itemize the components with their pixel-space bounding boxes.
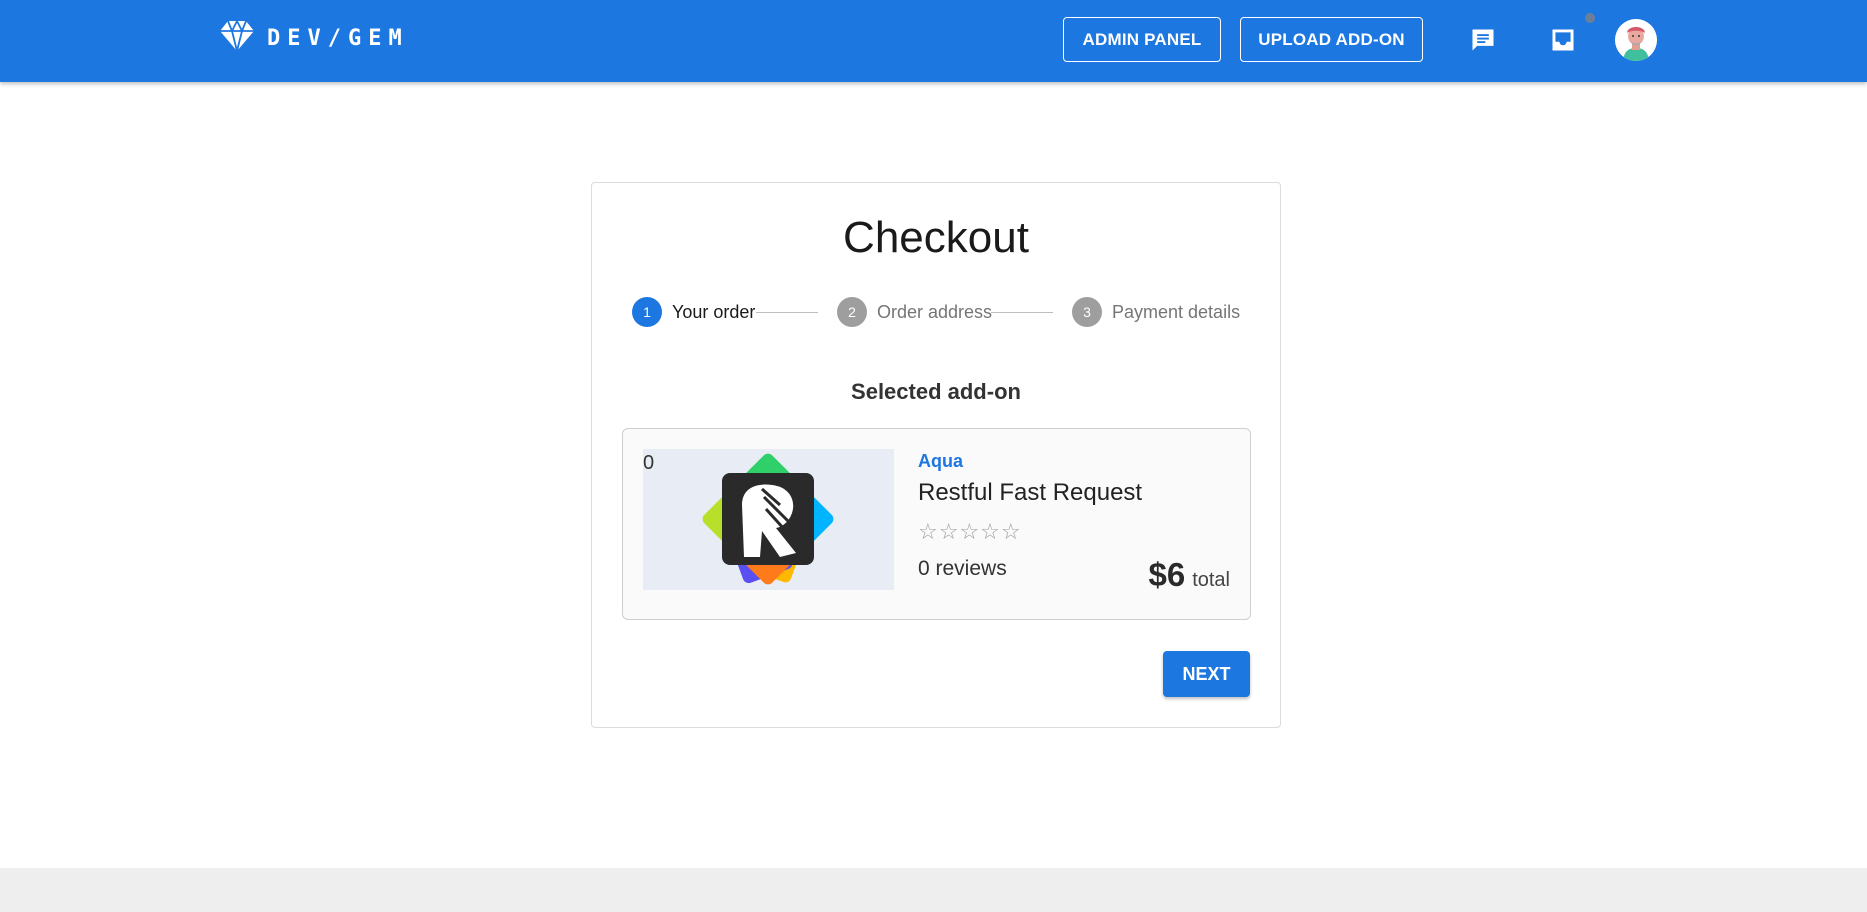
thumbnail-count: 0 xyxy=(643,452,655,474)
step-connector xyxy=(756,312,818,313)
price-value: $6 xyxy=(1148,556,1186,593)
notification-dot xyxy=(1583,11,1597,25)
addon-name: Restful Fast Request xyxy=(918,479,1143,506)
diamond-icon xyxy=(219,18,255,57)
section-title: Selected add-on xyxy=(851,379,1021,404)
chat-icon[interactable] xyxy=(1467,24,1499,56)
selected-addon-card[interactable]: 0 Aqua Restful Fast Request ☆☆☆☆☆ 0 revi… xyxy=(622,428,1251,620)
step-connector xyxy=(991,312,1053,313)
step-payment-details[interactable]: 3 Payment details xyxy=(1072,295,1240,329)
checkout-card: Checkout 1 Your order 2 Order address 3 … xyxy=(591,182,1281,728)
brand-logo[interactable]: DEV/GEM xyxy=(219,18,409,57)
step-label: Order address xyxy=(877,301,993,322)
price-suffix: total xyxy=(1192,569,1230,591)
inbox-icon[interactable] xyxy=(1547,24,1579,56)
brand-name: DEV/GEM xyxy=(267,26,409,51)
step-your-order[interactable]: 1 Your order xyxy=(632,295,755,329)
addon-thumbnail: 0 xyxy=(643,449,894,590)
step-number: 2 xyxy=(837,297,867,327)
step-number: 1 xyxy=(632,297,662,327)
checkout-stepper: 1 Your order 2 Order address 3 Payment d… xyxy=(632,295,1242,329)
restful-fast-request-logo-icon xyxy=(702,453,834,585)
app-bar: DEV/GEM ADMIN PANEL UPLOAD ADD-ON xyxy=(0,0,1867,82)
avatar[interactable] xyxy=(1615,19,1657,61)
step-label: Your order xyxy=(672,301,756,322)
upload-addon-button[interactable]: UPLOAD ADD-ON xyxy=(1240,17,1423,62)
addon-vendor[interactable]: Aqua xyxy=(918,451,963,472)
rating-stars: ☆☆☆☆☆ xyxy=(918,519,1022,544)
step-number: 3 xyxy=(1072,297,1102,327)
page-title: Checkout xyxy=(843,213,1029,262)
footer xyxy=(0,868,1867,912)
admin-panel-button[interactable]: ADMIN PANEL xyxy=(1063,17,1221,62)
next-button[interactable]: NEXT xyxy=(1163,651,1250,697)
price-total: $6 total xyxy=(1148,556,1230,594)
step-order-address[interactable]: 2 Order address xyxy=(837,295,992,329)
review-count: 0 reviews xyxy=(918,557,1007,580)
step-label: Payment details xyxy=(1112,301,1241,322)
